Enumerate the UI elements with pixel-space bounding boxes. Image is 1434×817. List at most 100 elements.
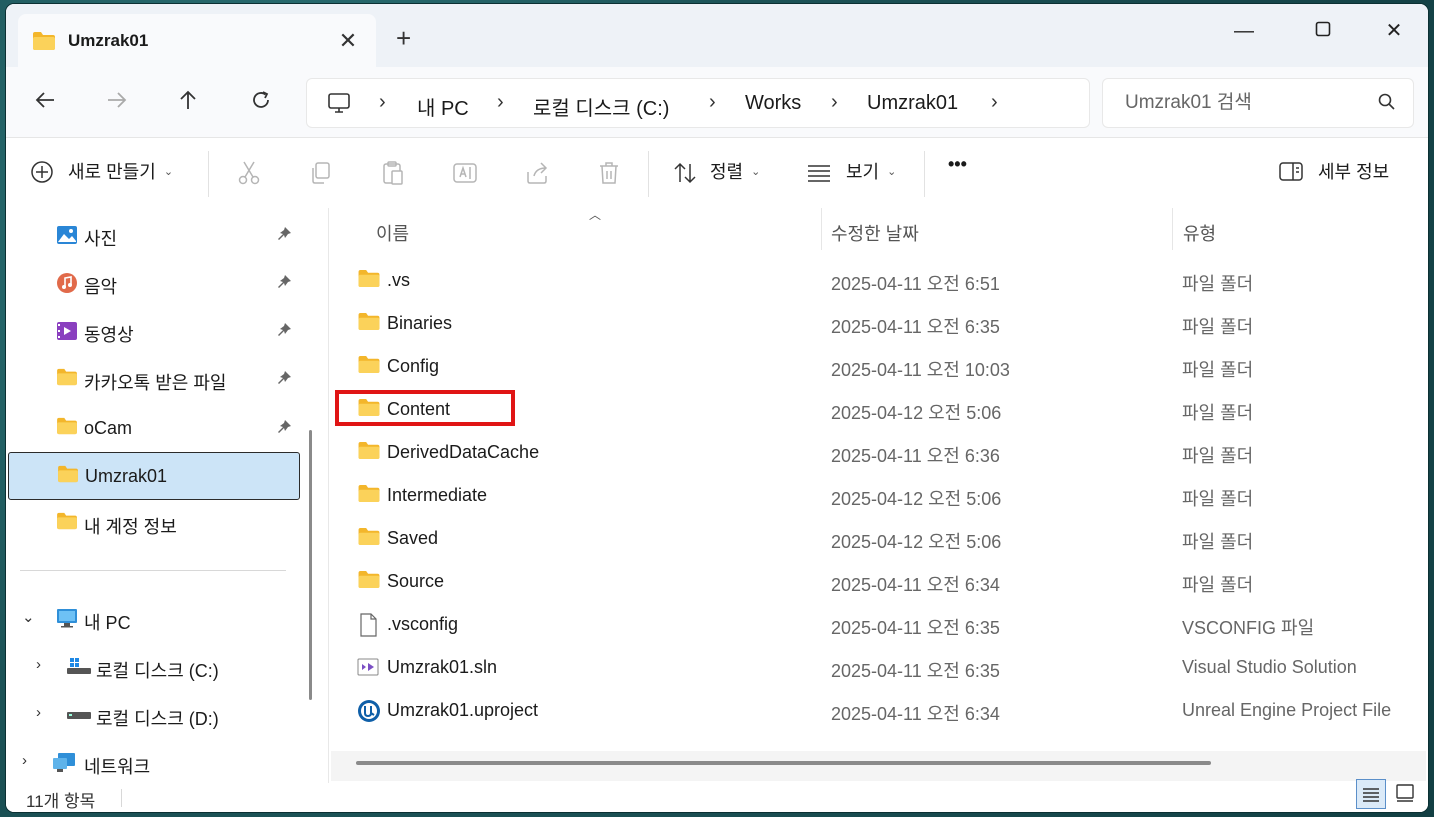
chevron-right-icon[interactable]: › [497, 91, 504, 114]
sidebar-item-label: 내 계정 정보 [84, 517, 177, 537]
column-header-date[interactable]: 수정한 날짜 [831, 220, 919, 246]
sidebar-item-videos[interactable]: 동영상 [6, 308, 306, 354]
file-row[interactable]: .vsconfig 2025-04-11 오전 6:35 VSCONFIG 파일 [353, 603, 1423, 646]
sidebar-item-music[interactable]: 음악 [6, 260, 306, 306]
sidebar-item-this-pc[interactable]: ⌄ 내 PC [6, 596, 306, 642]
file-name: Config [387, 356, 440, 376]
pin-icon[interactable] [276, 274, 292, 295]
chevron-down-icon[interactable]: ⌄ [22, 608, 35, 626]
status-bar: 11개 항목 [6, 779, 1428, 812]
folder-icon [357, 570, 381, 594]
sidebar-item-network[interactable]: › 네트워크 [6, 740, 306, 786]
file-row[interactable]: Binaries 2025-04-11 오전 6:35 파일 폴더 [353, 302, 1423, 345]
horizontal-scrollbar-track[interactable] [331, 751, 1426, 781]
chevron-right-icon[interactable]: › [36, 656, 41, 673]
sidebar-item-label: 네트워크 [84, 757, 151, 777]
sidebar-item-label: 사진 [84, 229, 118, 249]
sort-icon[interactable] [672, 160, 698, 191]
paste-button[interactable] [380, 160, 406, 191]
file-row[interactable]: Umzrak01.sln 2025-04-11 오전 6:35 Visual Stu… [353, 646, 1423, 689]
back-button[interactable] [30, 89, 60, 119]
minimize-button[interactable]: — [1224, 14, 1264, 48]
details-button[interactable]: 세부 정보 [1318, 158, 1389, 184]
forward-button[interactable] [102, 89, 132, 119]
column-header-type[interactable]: 유형 [1183, 220, 1216, 246]
chevron-right-icon[interactable]: › [991, 91, 998, 114]
search-icon[interactable] [1377, 92, 1397, 117]
details-view-button[interactable] [1356, 779, 1386, 809]
file-row[interactable]: Intermediate 2025-04-12 오전 5:06 파일 폴더 [353, 474, 1423, 517]
sidebar-item-kakaotalk[interactable]: 카카오톡 받은 파일 [6, 356, 306, 402]
file-row[interactable]: Source 2025-04-11 오전 6:34 파일 폴더 [353, 560, 1423, 603]
new-button[interactable] [30, 160, 54, 189]
pin-icon[interactable] [276, 226, 292, 247]
close-tab-icon[interactable]: ✕ [334, 27, 362, 55]
maximize-button[interactable] [1303, 14, 1343, 48]
pin-icon[interactable] [276, 419, 292, 440]
sidebar-item-drive-c[interactable]: › 로컬 디스크 (C:) [6, 644, 306, 690]
sidebar-item-umzrak01[interactable]: Umzrak01 [8, 452, 300, 500]
file-name: Intermediate [387, 485, 488, 505]
breadcrumb-works[interactable]: Works [745, 92, 801, 115]
sidebar-item-account-info[interactable]: 내 계정 정보 [6, 500, 306, 546]
column-divider[interactable] [1172, 208, 1173, 250]
copy-button[interactable] [308, 160, 334, 191]
pin-icon[interactable] [276, 370, 292, 391]
horizontal-scrollbar-thumb[interactable] [356, 761, 1211, 765]
up-button[interactable] [173, 89, 203, 119]
file-row[interactable]: .vs 2025-04-11 오전 6:51 파일 폴더 [353, 259, 1423, 302]
search-input[interactable] [1123, 89, 1367, 117]
pin-icon[interactable] [276, 322, 292, 343]
chevron-right-icon[interactable]: › [36, 704, 41, 721]
rename-button[interactable] [452, 160, 478, 191]
file-date: 2025-04-11 오전 6:36 [831, 446, 1000, 466]
chevron-down-icon: ⌄ [887, 166, 897, 178]
highlight-box [335, 390, 515, 426]
chevron-right-icon[interactable]: › [831, 91, 838, 114]
sort-button[interactable]: 정렬 ⌄ [710, 158, 760, 184]
breadcrumb-this-pc[interactable]: 내 PC [417, 92, 469, 121]
cut-button[interactable] [236, 160, 262, 191]
more-options-button[interactable]: ••• [948, 154, 967, 175]
address-bar[interactable]: › 내 PC › 로컬 디스크 (C:) › Works › Umzrak01 … [306, 78, 1090, 128]
file-type: Visual Studio Solution [1182, 657, 1357, 677]
search-box[interactable] [1102, 78, 1414, 128]
file-name: .vsconfig [387, 614, 459, 634]
sidebar-item-ocam[interactable]: oCam [6, 405, 306, 451]
chevron-right-icon[interactable]: › [709, 91, 716, 114]
file-type: 파일 폴더 [1182, 317, 1254, 337]
column-divider[interactable] [821, 208, 822, 250]
breadcrumb-drive-c[interactable]: 로컬 디스크 (C:) [533, 92, 669, 121]
rename-icon [453, 163, 477, 183]
sidebar-item-drive-d[interactable]: › 로컬 디스크 (D:) [6, 692, 306, 738]
share-button[interactable] [524, 160, 550, 191]
view-icon[interactable] [806, 160, 832, 191]
delete-button[interactable] [596, 160, 622, 191]
file-name: .vs [387, 270, 411, 290]
file-type: 파일 폴더 [1182, 446, 1254, 466]
new-tab-button[interactable]: + [396, 25, 411, 51]
tiles-view-button[interactable] [1391, 779, 1421, 809]
file-row[interactable]: Config 2025-04-11 오전 10:03 파일 폴더 [353, 345, 1423, 388]
file-row[interactable]: Umzrak01.uproject 2025-04-11 오전 6:34 Unrea… [353, 689, 1423, 732]
sort-ascending-icon: ︿ [589, 208, 602, 222]
sidebar-item-photos[interactable]: 사진 [6, 212, 306, 258]
sidebar-item-label: oCam [84, 418, 133, 438]
file-row[interactable]: Saved 2025-04-12 오전 5:06 파일 폴더 [353, 517, 1423, 560]
toolbar-separator [648, 151, 649, 197]
sidebar-scrollbar[interactable] [309, 430, 312, 700]
command-bar: 새로 만들기 ⌄ 정렬 ⌄ 보기 ⌄ ••• 세부 정보 [6, 137, 1428, 209]
refresh-button[interactable] [246, 89, 276, 119]
tab-umzrak01[interactable]: Umzrak01 ✕ [18, 14, 376, 67]
videos-icon [56, 320, 78, 347]
close-window-button[interactable]: ✕ [1374, 14, 1414, 48]
details-pane-icon[interactable] [1278, 160, 1304, 189]
chevron-right-icon[interactable]: › [22, 752, 27, 769]
view-button[interactable]: 보기 ⌄ [846, 158, 896, 184]
chevron-right-icon[interactable]: › [379, 91, 386, 114]
new-button-label[interactable]: 새로 만들기 ⌄ [68, 158, 173, 184]
column-header-name[interactable]: 이름 [376, 220, 409, 246]
file-date: 2025-04-12 오전 5:06 [831, 403, 1002, 423]
breadcrumb-umzrak01[interactable]: Umzrak01 [867, 92, 958, 115]
file-row[interactable]: DerivedDataCache 2025-04-11 오전 6:36 파일 폴더 [353, 431, 1423, 474]
